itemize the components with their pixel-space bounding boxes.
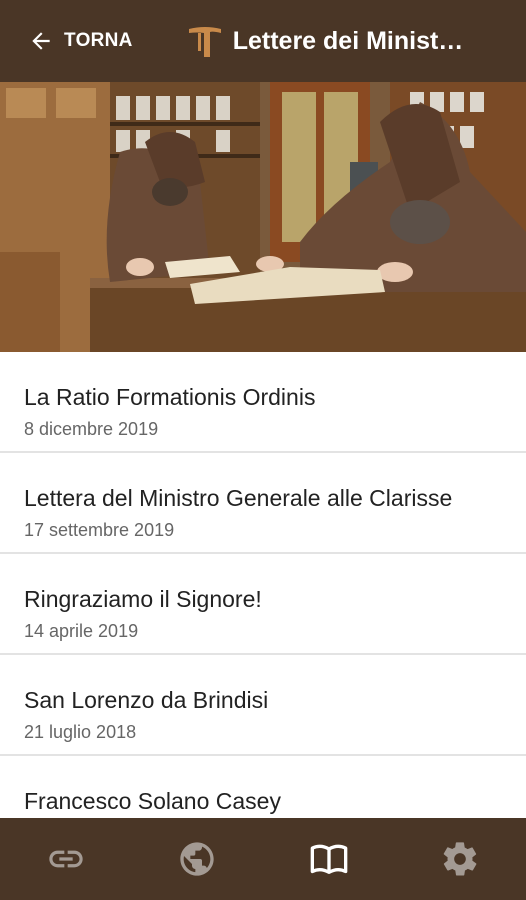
tab-settings[interactable] [395, 818, 526, 900]
back-button[interactable]: TORNA [28, 28, 133, 54]
item-date: 8 dicembre 2019 [24, 419, 159, 439]
arrow-left-icon [32, 32, 50, 50]
page-title: Lettere dei Minist… [232, 26, 464, 55]
item-date: 14 aprile 2019 [24, 621, 139, 641]
list-item[interactable]: Francesco Solano Casey [0, 756, 526, 818]
item-title: Lettera del Ministro Generale alle Clari… [24, 485, 453, 511]
tab-world[interactable] [132, 818, 264, 900]
item-date: 17 settembre 2019 [24, 520, 175, 540]
globe-icon [180, 842, 214, 876]
link-icon [49, 850, 83, 868]
letters-list: La Ratio Formationis Ordinis 8 dicembre … [0, 352, 526, 818]
gear-icon [443, 842, 477, 876]
friars-reading-illustration [0, 82, 526, 352]
app-header: TORNA Lettere dei Minist… [0, 0, 526, 82]
book-icon [310, 844, 348, 874]
item-title: La Ratio Formationis Ordinis [24, 384, 316, 410]
item-title: Francesco Solano Casey [24, 788, 281, 814]
item-title: San Lorenzo da Brindisi [24, 687, 269, 713]
tab-links[interactable] [0, 818, 132, 900]
back-label: TORNA [64, 30, 133, 51]
list-item[interactable]: San Lorenzo da Brindisi 21 luglio 2018 [0, 655, 526, 756]
tau-cross-logo [188, 27, 221, 57]
list-item[interactable]: Ringraziamo il Signore! 14 aprile 2019 [0, 554, 526, 655]
item-date: 21 luglio 2018 [24, 722, 137, 742]
list-item[interactable]: Lettera del Ministro Generale alle Clari… [0, 453, 526, 554]
item-title: Ringraziamo il Signore! [24, 586, 262, 612]
tab-letters[interactable] [263, 818, 395, 900]
bottom-nav [0, 818, 526, 900]
list-item[interactable]: La Ratio Formationis Ordinis 8 dicembre … [0, 352, 526, 453]
hero-image [0, 82, 526, 352]
